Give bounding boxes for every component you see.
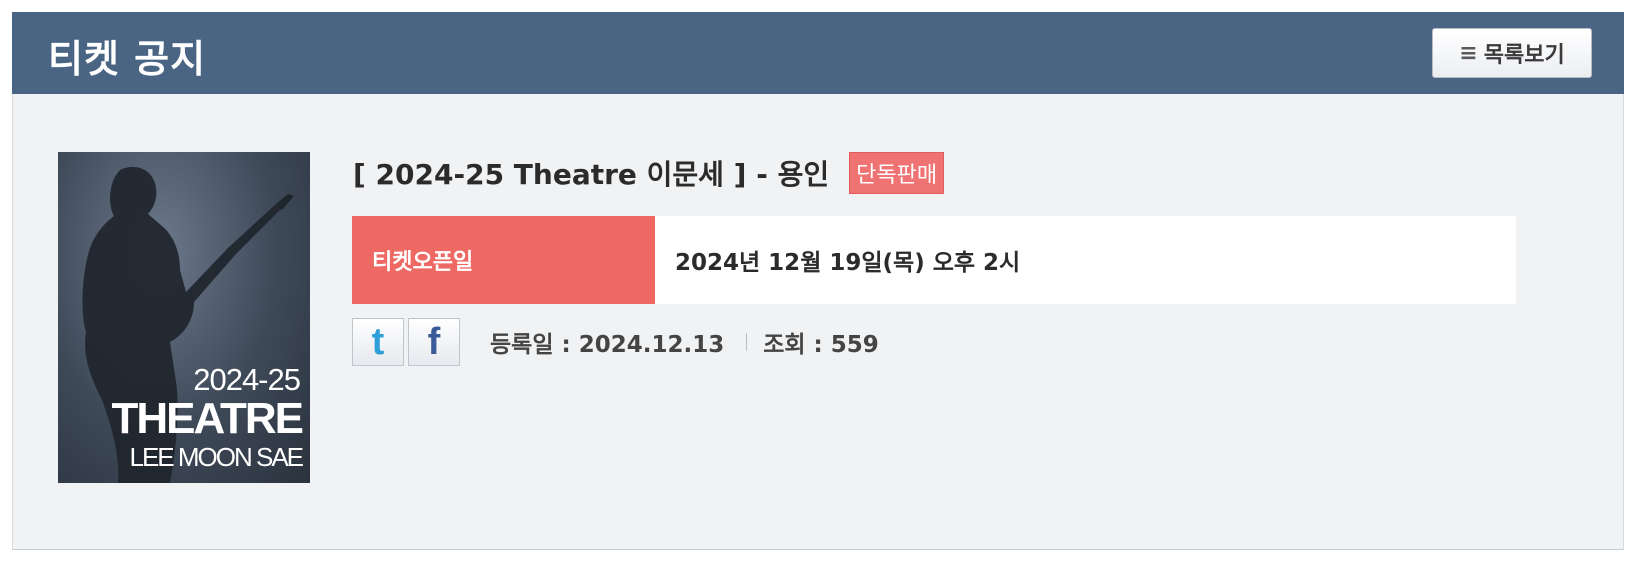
facebook-icon: f: [427, 320, 441, 363]
ticket-open-label: 티켓오픈일: [352, 216, 655, 304]
registered-date: 등록일 : 2024.12.13: [490, 332, 725, 358]
exclusive-sale-badge: 단독판매: [849, 152, 945, 194]
poster-title: THEATRE: [111, 394, 304, 443]
ticket-open-row: 티켓오픈일 2024년 12월 19일(목) 오후 2시: [352, 216, 1516, 304]
ticket-open-value: 2024년 12월 19일(목) 오후 2시: [675, 250, 1021, 276]
poster-image: 2024-25 THEATRE LEE MOON SAE: [58, 152, 310, 483]
poster-year: 2024-25: [193, 362, 301, 397]
page-header: 티켓 공지 ≡ 목록보기: [12, 12, 1624, 94]
poster-artist: LEE MOON SAE: [129, 442, 304, 472]
twitter-share-button[interactable]: t: [352, 318, 404, 366]
ticket-notice-frame: 티켓 공지 ≡ 목록보기 2024-25 THEATRE LEE MOON SA…: [12, 12, 1624, 550]
page-title: 티켓 공지: [48, 37, 207, 81]
facebook-share-button[interactable]: f: [408, 318, 460, 366]
menu-icon: ≡: [1459, 40, 1478, 66]
view-count: 조회 : 559: [763, 332, 879, 358]
notice-title: [ 2024-25 Theatre 이문세 ] - 용인: [353, 158, 830, 191]
notice-title-row: [ 2024-25 Theatre 이문세 ] - 용인 단독판매: [353, 152, 945, 194]
meta-row: t f 등록일 : 2024.12.13 조회 : 559: [352, 318, 879, 366]
notice-panel: 2024-25 THEATRE LEE MOON SAE [ 2024-25 T…: [12, 94, 1624, 550]
twitter-icon: t: [371, 320, 385, 363]
list-view-button-label: 목록보기: [1483, 43, 1565, 68]
list-view-button[interactable]: ≡ 목록보기: [1432, 28, 1592, 78]
meta-divider: [746, 333, 748, 351]
